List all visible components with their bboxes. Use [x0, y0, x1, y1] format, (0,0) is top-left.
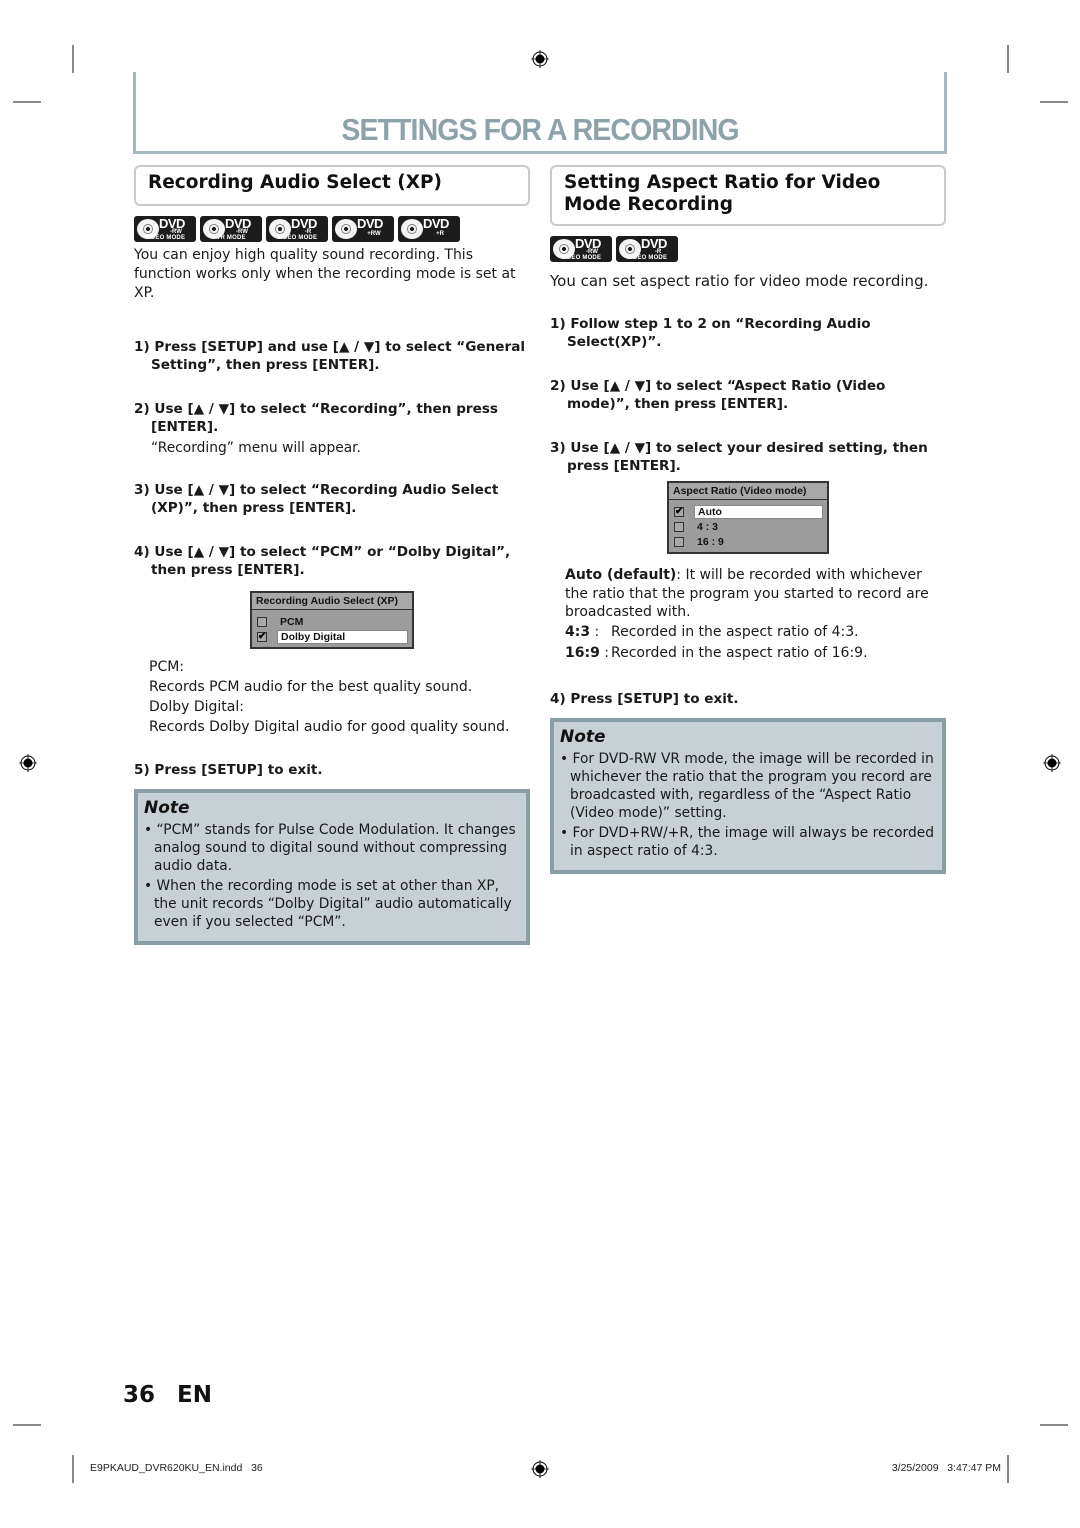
crop-mark — [72, 45, 74, 73]
checkbox-icon — [674, 536, 684, 547]
crop-mark — [1040, 1424, 1068, 1426]
osd-option-4-3[interactable]: 4 : 3 — [674, 519, 823, 534]
intro-text: You can set aspect ratio for video mode … — [550, 272, 929, 290]
checkmark-icon: ✔ — [674, 505, 684, 517]
checkbox-icon — [674, 521, 684, 532]
definition-desc: Records Dolby Digital audio for good qua… — [149, 719, 510, 735]
crop-mark — [13, 1424, 41, 1426]
step-2: 2) Use [▲ / ▼] to select “Aspect Ratio (… — [550, 378, 886, 412]
aspect-ratio-section: Setting Aspect Ratio for Video Mode Reco… — [550, 165, 946, 874]
intro-text: You can enjoy high quality sound recordi… — [134, 247, 516, 301]
disc-badges: DVD -RW VIDEO MODE DVD -R VIDEO MODE — [550, 236, 946, 262]
step-1: 1) Follow step 1 to 2 on “Recording Audi… — [550, 316, 871, 350]
step-4: 4) Use [▲ / ▼] to select “PCM” or “Dolby… — [134, 544, 511, 578]
audio-select-osd-menu: Recording Audio Select (XP) PCM ✔ Dolby D… — [250, 591, 414, 649]
step-2: 2) Use [▲ / ▼] to select “Recording”, th… — [134, 401, 499, 435]
registration-mark-icon — [531, 50, 549, 68]
note-item: • For DVD-RW VR mode, the image will be … — [560, 750, 934, 821]
note-box: Note • For DVD-RW VR mode, the image wil… — [550, 717, 946, 874]
dvd-rw-video-mode-icon: DVD -RW VIDEO MODE — [134, 216, 196, 242]
note-title: Note — [560, 726, 606, 747]
crop-mark — [72, 1455, 74, 1483]
step-2-note: “Recording” menu will appear. — [151, 440, 361, 456]
aspect-ratio-osd-menu: Aspect Ratio (Video mode) ✔ Auto 4 : 3 16… — [667, 481, 829, 554]
disc-badges: DVD -RW VIDEO MODE DVD -RW VR MODE DVD -R VIDE… — [134, 216, 530, 242]
crop-mark — [1007, 45, 1009, 73]
crop-mark — [1040, 101, 1068, 103]
osd-option-16-9[interactable]: 16 : 9 — [674, 534, 823, 549]
crop-mark — [13, 101, 41, 103]
dvd-rw-vr-mode-icon: DVD -RW VR MODE — [200, 216, 262, 242]
note-item: • When the recording mode is set at othe… — [144, 878, 512, 930]
definition-desc: Records PCM audio for the best quality s… — [149, 679, 473, 695]
footer-filename: E9PKAUD_DVR620KU_EN.indd 36 — [90, 1462, 263, 1474]
dvd-r-video-mode-icon: DVD -R VIDEO MODE — [616, 236, 678, 262]
ratio-definition-16-9: 16:9 : Recorded in the aspect ratio of 16… — [565, 644, 868, 661]
dvd-rw-video-mode-icon: DVD -RW VIDEO MODE — [550, 236, 612, 262]
dvd-plus-rw-icon: DVD +RW — [332, 216, 394, 242]
step-4: 4) Press [SETUP] to exit. — [550, 690, 739, 707]
osd-option-pcm[interactable]: PCM — [257, 614, 408, 629]
footer-timestamp: 3/25/2009 3:47:47 PM — [891, 1462, 1001, 1474]
dvd-r-video-mode-icon: DVD -R VIDEO MODE — [266, 216, 328, 242]
step-3: 3) Use [▲ / ▼] to select your desired se… — [550, 440, 928, 474]
note-item: • For DVD+RW/+R, the image will always b… — [560, 824, 934, 859]
ratio-definition-4-3: 4:3 : Recorded in the aspect ratio of 4:3… — [565, 623, 859, 640]
crop-mark — [1007, 1455, 1009, 1483]
page-title: SETTINGS FOR A RECORDING — [341, 112, 739, 147]
recording-audio-select-section: Recording Audio Select (XP) DVD -RW VIDEO … — [134, 165, 530, 945]
note-title: Note — [144, 798, 190, 818]
page-number: 36 EN — [123, 1382, 212, 1408]
note-box: Note • “PCM” stands for Pulse Code Modul… — [134, 789, 530, 945]
osd-title: Recording Audio Select (XP) — [252, 593, 412, 610]
definition-term: PCM: — [149, 659, 185, 675]
dvd-plus-r-icon: DVD +R — [398, 216, 460, 242]
checkmark-icon: ✔ — [257, 630, 267, 642]
section-heading: Setting Aspect Ratio for Video Mode Reco… — [550, 165, 946, 226]
definition-term: Dolby Digital: — [149, 699, 244, 715]
osd-option-dolby-digital[interactable]: ✔ Dolby Digital — [257, 629, 408, 644]
osd-title: Aspect Ratio (Video mode) — [669, 483, 827, 500]
title-frame: SETTINGS FOR A RECORDING — [133, 72, 947, 154]
registration-mark-icon — [531, 1460, 549, 1478]
checkbox-icon — [257, 616, 267, 627]
section-heading: Recording Audio Select (XP) — [134, 165, 530, 206]
registration-mark-icon — [19, 754, 37, 772]
step-3: 3) Use [▲ / ▼] to select “Recording Audi… — [134, 482, 499, 516]
note-item: • “PCM” stands for Pulse Code Modulation… — [144, 822, 516, 874]
registration-mark-icon — [1043, 754, 1061, 772]
step-5: 5) Press [SETUP] to exit. — [134, 762, 323, 778]
step-1: 1) Press [SETUP] and use [▲ / ▼] to sele… — [134, 339, 526, 373]
osd-option-auto[interactable]: ✔ Auto — [674, 504, 823, 519]
auto-definition: Auto (default): It will be recorded with… — [565, 567, 929, 620]
